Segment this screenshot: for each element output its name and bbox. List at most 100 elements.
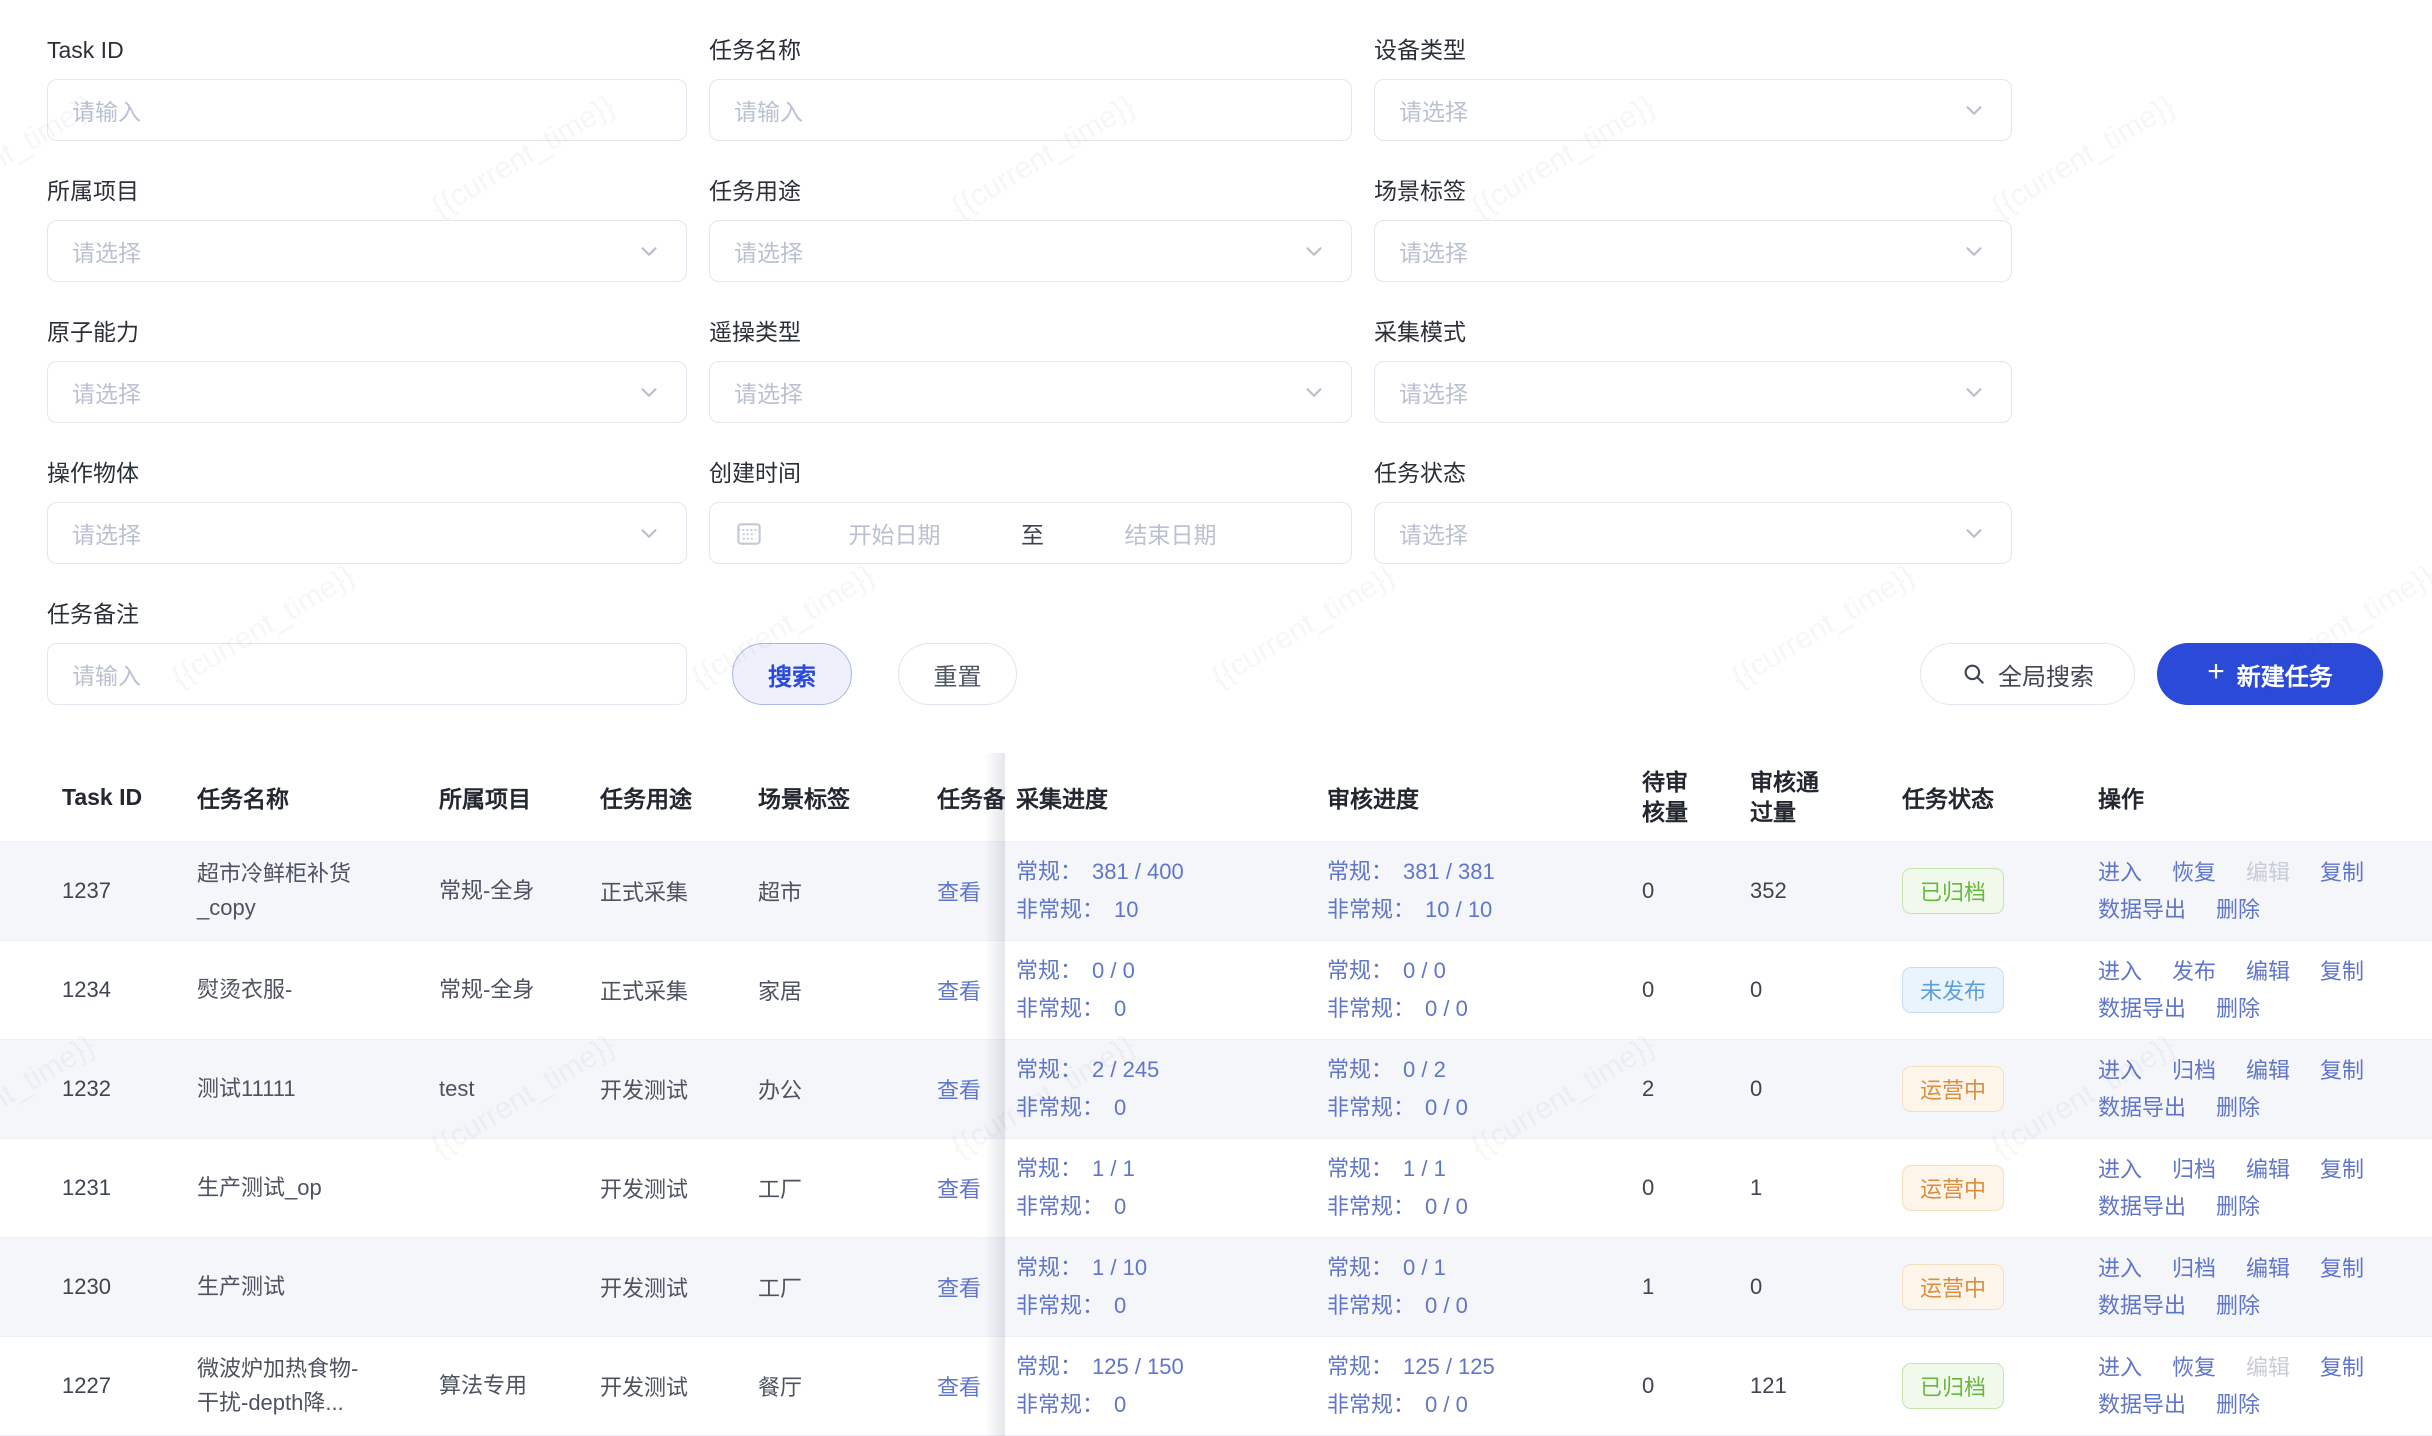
filter-label-operate-object: 操作物体 bbox=[47, 459, 687, 487]
view-remark-link[interactable]: 查看 bbox=[937, 1271, 981, 1303]
op-edit[interactable]: 编辑 bbox=[2246, 1058, 2290, 1084]
op-edit[interactable]: 编辑 bbox=[2246, 1157, 2290, 1183]
op-edit[interactable]: 编辑 bbox=[2246, 959, 2290, 985]
abnormal-label: 非常规： bbox=[1327, 1194, 1415, 1220]
review-normal-value: 381 / 381 bbox=[1403, 859, 1495, 885]
op-copy[interactable]: 复制 bbox=[2320, 959, 2364, 985]
op-second-action[interactable]: 恢复 bbox=[2172, 860, 2216, 886]
created-date-range[interactable]: 开始日期 至 结束日期 bbox=[709, 502, 1352, 564]
collect-mode-select[interactable]: 请选择 bbox=[1374, 361, 2012, 423]
pending-count-value: 0 bbox=[1642, 878, 1654, 904]
scene-tag-placeholder: 请选择 bbox=[1399, 234, 1468, 268]
row-actions: 进入 归档 编辑 复制 数据导出 删除 bbox=[2098, 1256, 2364, 1319]
filter-label-task-remark: 任务备注 bbox=[47, 600, 687, 628]
op-enter[interactable]: 进入 bbox=[2098, 1355, 2142, 1381]
operate-object-select[interactable]: 请选择 bbox=[47, 502, 687, 564]
task-scene-value: 超市 bbox=[758, 875, 802, 907]
review-normal-value: 125 / 125 bbox=[1403, 1354, 1495, 1380]
chevron-down-icon bbox=[1961, 520, 1987, 546]
review-progress: 常规：381 / 381 非常规：10 / 10 bbox=[1327, 859, 1495, 923]
op-data-export[interactable]: 数据导出 bbox=[2098, 1293, 2186, 1319]
op-edit[interactable]: 编辑 bbox=[2246, 1256, 2290, 1282]
op-data-export[interactable]: 数据导出 bbox=[2098, 1194, 2186, 1220]
task-id-value: 1231 bbox=[62, 1175, 111, 1201]
collect-normal-value: 381 / 400 bbox=[1092, 859, 1184, 885]
pending-count-value: 2 bbox=[1642, 1076, 1654, 1102]
op-enter[interactable]: 进入 bbox=[2098, 1058, 2142, 1084]
op-enter[interactable]: 进入 bbox=[2098, 959, 2142, 985]
search-button[interactable]: 搜索 bbox=[732, 643, 852, 705]
purpose-select[interactable]: 请选择 bbox=[709, 220, 1352, 282]
op-second-action[interactable]: 归档 bbox=[2172, 1058, 2216, 1084]
abnormal-label: 非常规： bbox=[1327, 996, 1415, 1022]
task-id-value: 1232 bbox=[62, 1076, 111, 1102]
calendar-icon bbox=[734, 518, 764, 548]
op-data-export[interactable]: 数据导出 bbox=[2098, 1095, 2186, 1121]
chevron-down-icon bbox=[1301, 379, 1327, 405]
task-name-input[interactable]: 请输入 bbox=[709, 79, 1352, 141]
operate-object-placeholder: 请选择 bbox=[72, 516, 141, 550]
op-delete[interactable]: 删除 bbox=[2216, 1095, 2260, 1121]
global-search-button[interactable]: 全局搜索 bbox=[1920, 643, 2135, 705]
collect-abnormal-value: 0 bbox=[1114, 1293, 1126, 1319]
view-remark-link[interactable]: 查看 bbox=[937, 1073, 981, 1105]
op-data-export[interactable]: 数据导出 bbox=[2098, 897, 2186, 923]
abnormal-label: 非常规： bbox=[1327, 897, 1415, 923]
project-placeholder: 请选择 bbox=[72, 234, 141, 268]
project-select[interactable]: 请选择 bbox=[47, 220, 687, 282]
op-second-action[interactable]: 恢复 bbox=[2172, 1355, 2216, 1381]
col-header-pending-count: 待审核量 bbox=[1637, 753, 1745, 841]
op-second-action[interactable]: 归档 bbox=[2172, 1256, 2216, 1282]
task-remark-input[interactable]: 请输入 bbox=[47, 643, 687, 705]
collect-abnormal-value: 0 bbox=[1114, 1392, 1126, 1418]
op-second-action[interactable]: 归档 bbox=[2172, 1157, 2216, 1183]
task-purpose-value: 开发测试 bbox=[600, 1172, 688, 1204]
view-remark-link[interactable]: 查看 bbox=[937, 875, 981, 907]
op-enter[interactable]: 进入 bbox=[2098, 1157, 2142, 1183]
task-table: Task ID 任务名称 所属项目 任务用途 场景标签 任务备注 采集进度 审核… bbox=[0, 753, 2432, 1436]
reset-button[interactable]: 重置 bbox=[898, 643, 1017, 705]
view-remark-link[interactable]: 查看 bbox=[937, 974, 981, 1006]
op-data-export[interactable]: 数据导出 bbox=[2098, 996, 2186, 1022]
new-task-button[interactable]: + 新建任务 bbox=[2157, 643, 2383, 705]
op-copy[interactable]: 复制 bbox=[2320, 1157, 2364, 1183]
filter-label-atomic-ability: 原子能力 bbox=[47, 318, 687, 346]
table-row: 1227 微波炉加热食物-干扰-depth降... 算法专用 开发测试 餐厅 查… bbox=[0, 1337, 2432, 1436]
op-copy[interactable]: 复制 bbox=[2320, 860, 2364, 886]
op-delete[interactable]: 删除 bbox=[2216, 1293, 2260, 1319]
approved-count-value: 0 bbox=[1750, 1076, 1762, 1102]
op-enter[interactable]: 进入 bbox=[2098, 1256, 2142, 1282]
op-data-export[interactable]: 数据导出 bbox=[2098, 1392, 2186, 1418]
chevron-down-icon bbox=[636, 238, 662, 264]
device-type-select[interactable]: 请选择 bbox=[1374, 79, 2012, 141]
op-copy[interactable]: 复制 bbox=[2320, 1058, 2364, 1084]
col-header-review-progress: 审核进度 bbox=[1327, 753, 1637, 841]
op-edit: 编辑 bbox=[2246, 1355, 2290, 1381]
task-id-value: 1230 bbox=[62, 1274, 111, 1300]
task-id-input[interactable]: 请输入 bbox=[47, 79, 687, 141]
abnormal-label: 非常规： bbox=[1016, 897, 1104, 923]
task-name-value: 生产测试 bbox=[197, 1270, 285, 1304]
view-remark-link[interactable]: 查看 bbox=[937, 1370, 981, 1402]
status-badge: 运营中 bbox=[1902, 1264, 2004, 1310]
op-delete[interactable]: 删除 bbox=[2216, 1392, 2260, 1418]
op-copy[interactable]: 复制 bbox=[2320, 1355, 2364, 1381]
task-name-placeholder: 请输入 bbox=[734, 93, 803, 127]
teleop-type-select[interactable]: 请选择 bbox=[709, 361, 1352, 423]
task-name-value: 熨烫衣服- bbox=[197, 973, 292, 1007]
op-delete[interactable]: 删除 bbox=[2216, 897, 2260, 923]
op-copy[interactable]: 复制 bbox=[2320, 1256, 2364, 1282]
op-delete[interactable]: 删除 bbox=[2216, 1194, 2260, 1220]
op-second-action[interactable]: 发布 bbox=[2172, 959, 2216, 985]
approved-count-value: 121 bbox=[1750, 1373, 1787, 1399]
filter-label-teleop-type: 遥操类型 bbox=[709, 318, 1352, 346]
atomic-ability-select[interactable]: 请选择 bbox=[47, 361, 687, 423]
filter-label-task-id: Task ID bbox=[47, 36, 687, 64]
op-delete[interactable]: 删除 bbox=[2216, 996, 2260, 1022]
scene-tag-select[interactable]: 请选择 bbox=[1374, 220, 2012, 282]
normal-label: 常规： bbox=[1016, 1057, 1082, 1083]
view-remark-link[interactable]: 查看 bbox=[937, 1172, 981, 1204]
op-enter[interactable]: 进入 bbox=[2098, 860, 2142, 886]
task-status-select[interactable]: 请选择 bbox=[1374, 502, 2012, 564]
review-abnormal-value: 0 / 0 bbox=[1425, 1194, 1468, 1220]
